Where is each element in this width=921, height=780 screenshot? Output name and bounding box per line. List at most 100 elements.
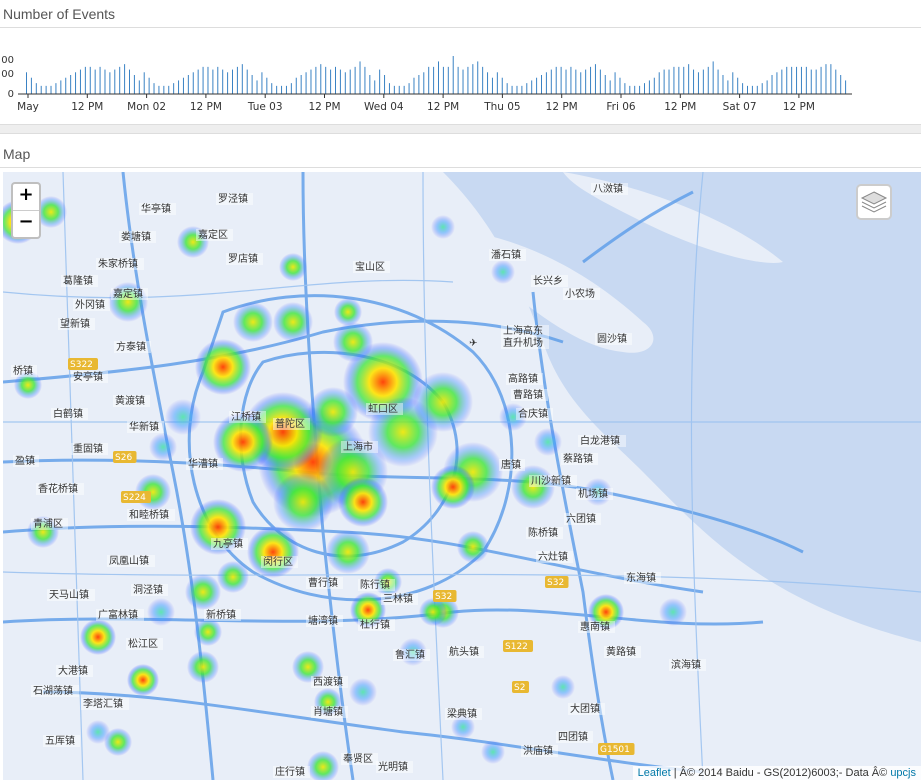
- histogram-bar: [187, 75, 189, 94]
- place-label: 黄渡镇: [115, 394, 145, 407]
- histogram-bar: [339, 69, 341, 94]
- histogram-bar: [374, 80, 376, 94]
- histogram-bar: [65, 77, 67, 94]
- histogram-bar: [516, 85, 518, 94]
- histogram-bar: [840, 75, 842, 94]
- events-histogram[interactable]: 00000 May 12 PM Mon 02 12 PM Tue 03 12 PM Wed …: [0, 30, 921, 120]
- histogram-bar: [197, 69, 199, 94]
- histogram-bar: [266, 77, 268, 94]
- place-label: 陈行镇: [360, 578, 390, 591]
- zoom-in-button[interactable]: +: [13, 184, 39, 211]
- histogram-bar: [310, 69, 312, 94]
- place-label: 普陀区: [275, 417, 305, 430]
- y-tick-label: 00: [1, 55, 14, 66]
- leaflet-link[interactable]: Leaflet: [638, 767, 671, 779]
- histogram-bar: [433, 66, 435, 94]
- x-tick-label: Sat 07: [723, 101, 757, 113]
- map-canvas[interactable]: 罗泾镇华亭镇 八滧镇娄塘镇罗店镇嘉定区潘石镇朱家桥镇 宝山区长兴乡嘉定镇 葛隆镇外冈镇…: [3, 172, 921, 780]
- histogram-bar: [702, 69, 704, 94]
- place-label: 长兴乡: [533, 275, 563, 287]
- histogram-bar: [648, 80, 650, 94]
- histogram-bar: [707, 66, 709, 94]
- histogram-bar: [364, 66, 366, 94]
- y-tick-label: 00: [1, 69, 14, 80]
- histogram-bar: [133, 75, 135, 94]
- place-label: 和睦桥镇: [129, 508, 169, 521]
- place-label: 华亭镇: [141, 202, 171, 215]
- place-label: 葛隆镇: [63, 274, 93, 287]
- heatmap-spot: [127, 664, 159, 696]
- histogram-bar: [722, 75, 724, 94]
- heatmap-spot: [659, 598, 687, 626]
- x-tick-label: Tue 03: [247, 101, 283, 113]
- place-label: 蔡路镇: [563, 452, 593, 465]
- histogram-bar: [639, 85, 641, 94]
- histogram-bar: [825, 64, 827, 94]
- place-label: 杜行镇: [360, 618, 390, 631]
- heatmap-spot: [481, 740, 505, 764]
- place-label: 香花桥镇: [38, 482, 78, 495]
- histogram-bar: [590, 66, 592, 94]
- histogram-bar: [281, 85, 283, 94]
- histogram-bar: [742, 83, 744, 94]
- place-label: 合庆镇: [518, 407, 548, 420]
- histogram-bar: [796, 66, 798, 94]
- place-label: 洪庙镇: [523, 744, 553, 757]
- place-label: 四团镇: [558, 730, 588, 743]
- place-label: 鲁汇镇: [395, 648, 425, 661]
- histogram-bar: [653, 77, 655, 94]
- histogram-bar: [491, 77, 493, 94]
- histogram-bar: [276, 85, 278, 94]
- histogram-bar: [658, 72, 660, 94]
- histogram-bar: [305, 72, 307, 94]
- x-tick-label: 12 PM: [427, 101, 459, 113]
- layers-button[interactable]: [856, 184, 892, 220]
- place-label: 娄塘镇: [121, 230, 151, 243]
- heatmap-spot: [413, 372, 473, 432]
- heatmap-spot: [334, 298, 362, 326]
- heatmap-spot: [217, 561, 249, 593]
- place-label: 五厍镇: [45, 734, 75, 747]
- histogram-bar: [158, 85, 160, 94]
- histogram-bar: [668, 69, 670, 94]
- histogram-bar: [398, 85, 400, 94]
- place-label: 航头镇: [449, 645, 479, 658]
- histogram-bar: [143, 72, 145, 94]
- histogram-bar: [418, 75, 420, 94]
- heatmap-spot: [80, 619, 116, 655]
- place-label: 朱家桥镇: [98, 257, 138, 270]
- histogram-bar: [506, 83, 508, 94]
- histogram-bar: [109, 72, 111, 94]
- histogram-bar: [428, 66, 430, 94]
- place-label: 嘉定区: [198, 228, 228, 241]
- histogram-bar: [344, 72, 346, 94]
- histogram-bar: [555, 66, 557, 94]
- place-label: 川沙新镇: [531, 474, 571, 487]
- histogram-bar: [384, 75, 386, 94]
- histogram-bar: [545, 72, 547, 94]
- histogram-bar: [359, 61, 361, 94]
- histogram-bar: [168, 85, 170, 94]
- histogram-bar: [315, 66, 317, 94]
- place-label: 奉贤区: [343, 752, 373, 765]
- heatmap-spot: [165, 399, 201, 435]
- histogram-bar: [663, 69, 665, 94]
- histogram-bar: [830, 64, 832, 94]
- histogram-bar: [124, 64, 126, 94]
- data-source-link[interactable]: upcjs: [890, 767, 916, 779]
- histogram-bar: [482, 66, 484, 94]
- map-view[interactable]: 罗泾镇 华亭镇 八滧镇 娄塘镇 罗店镇 嘉定区 潘石镇 朱家桥镇 宝山区 长兴乡 嘉定镇 葛隆镇 外冈镇…: [3, 172, 921, 780]
- histogram-bar: [693, 69, 695, 94]
- zoom-out-button[interactable]: −: [13, 211, 39, 237]
- place-label: 青浦区: [33, 517, 63, 530]
- histogram-bar: [732, 72, 734, 94]
- place-label: 上海高东: [503, 324, 543, 337]
- place-label: 江桥镇: [231, 410, 261, 423]
- histogram-bar: [202, 66, 204, 94]
- place-label: 滨海镇: [671, 658, 701, 671]
- x-tick-label: 12 PM: [308, 101, 340, 113]
- x-tick-label: 12 PM: [190, 101, 222, 113]
- heatmap-spot: [333, 322, 373, 362]
- place-label: 光明镇: [378, 760, 408, 773]
- heatmap-spot: [431, 215, 455, 239]
